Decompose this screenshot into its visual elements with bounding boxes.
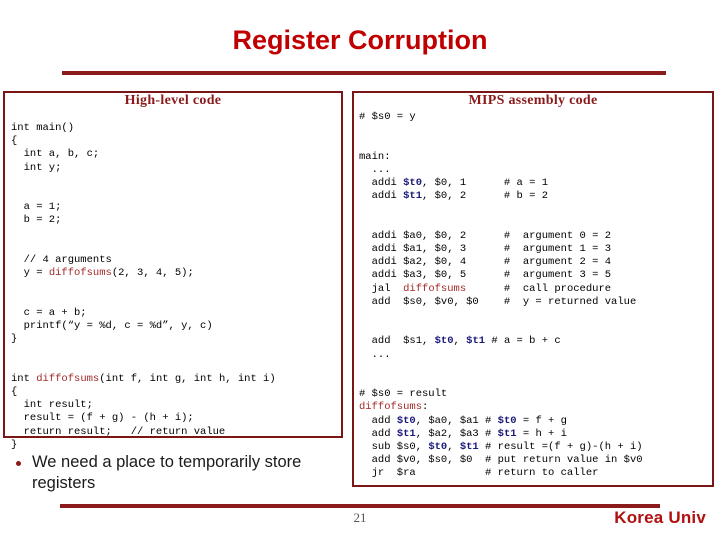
bullet-dot-icon xyxy=(16,461,21,466)
page-number: 21 xyxy=(353,510,367,525)
bullet-text: We need a place to temporarily store reg… xyxy=(32,453,302,492)
mips-assembly-heading: MIPS assembly code xyxy=(468,93,598,108)
page-title: Register Corruption xyxy=(232,25,488,55)
high-level-code-block: int main() { int a, b, c; int y; a = 1; … xyxy=(11,122,276,451)
mips-assembly-code-block: # $s0 = y main: ... addi $t0, $0, 1 # a … xyxy=(359,111,643,480)
high-level-code-heading: High-level code xyxy=(124,93,222,108)
list-item: We need a place to temporarily store reg… xyxy=(16,452,346,494)
footer-divider xyxy=(60,504,660,508)
slide-root: { "slide": { "title": "Register Corrupti… xyxy=(0,0,720,540)
brand-label: Korea Univ xyxy=(614,508,706,527)
title-divider xyxy=(62,71,666,75)
